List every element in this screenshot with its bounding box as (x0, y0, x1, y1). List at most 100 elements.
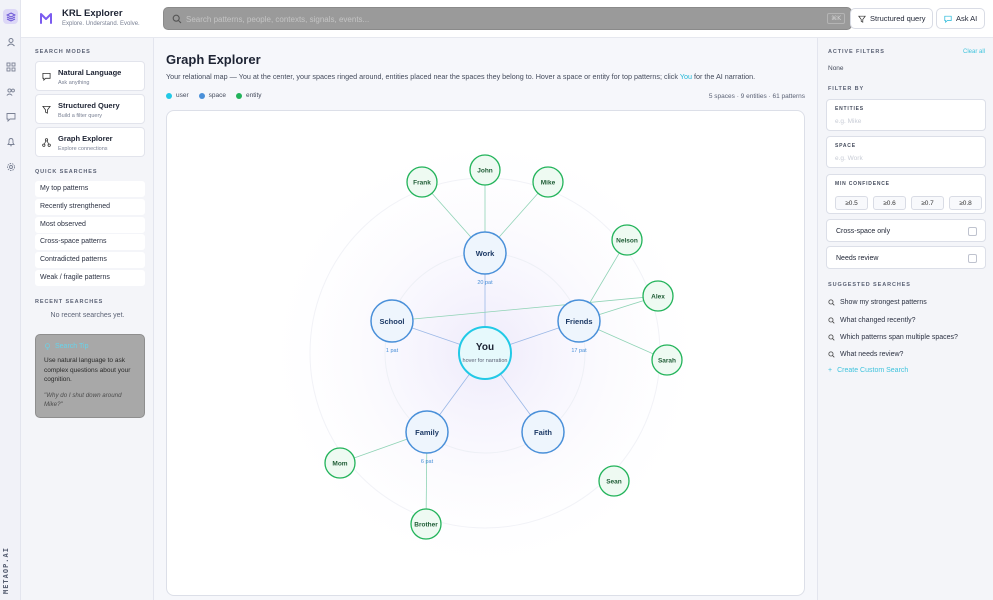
mode-natural-language[interactable]: Natural Language Ask anything (35, 61, 145, 91)
search-icon (172, 14, 182, 24)
chat-icon (944, 15, 952, 23)
left-sidebar: SEARCH MODES Natural Language Ask anythi… (21, 38, 154, 600)
entity-label: Brother (414, 522, 438, 529)
desc-you-link[interactable]: You (680, 72, 692, 81)
user-icon[interactable] (3, 34, 18, 49)
cross-space-toggle[interactable]: Cross-space only (826, 219, 986, 242)
entity-node-frank[interactable]: Frank (406, 166, 438, 198)
confidence-options: ≥0.5 ≥0.6 ≥0.7 ≥0.8 (835, 196, 982, 210)
tip-quote: "Why do I shut down around Mike?" (44, 392, 122, 408)
space-node-faith[interactable]: Faith (521, 410, 565, 454)
quick-searches-title: QUICK SEARCHES (35, 169, 98, 175)
clear-all-link[interactable]: Clear all (963, 49, 985, 55)
entity-node-alex[interactable]: Alex (642, 280, 674, 312)
legend-entity: entity (236, 92, 262, 99)
legend-dot (236, 92, 243, 99)
node-you[interactable]: You hover for narration (458, 326, 512, 380)
confidence-option[interactable]: ≥0.7 (911, 196, 944, 210)
suggested-search-label: Which patterns span multiple spaces? (840, 334, 958, 341)
you-circle[interactable] (458, 326, 512, 380)
search-icon (828, 299, 835, 306)
entities-input[interactable] (835, 116, 975, 126)
quick-search-item[interactable]: Most observed (35, 217, 145, 233)
plus-icon: + (828, 367, 833, 374)
mode-sub: Build a filter query (58, 113, 103, 119)
suggested-search-item[interactable]: What changed recently? (828, 317, 916, 324)
space-input[interactable] (835, 153, 975, 163)
layers-icon[interactable] (3, 9, 18, 24)
recent-empty-text: No recent searches yet. (50, 312, 125, 319)
quick-search-item[interactable]: Recently strengthened (35, 199, 145, 215)
confidence-option[interactable]: ≥0.8 (949, 196, 982, 210)
legend-dot (198, 92, 205, 99)
bell-icon[interactable] (3, 134, 18, 149)
app-logo-icon (40, 13, 52, 24)
min-confidence-filter: MIN CONFIDENCE ≥0.5 ≥0.6 ≥0.7 ≥0.8 (826, 174, 986, 214)
entity-node-mom[interactable]: Mom (324, 447, 356, 479)
entities-filter: ENTITIES (826, 99, 986, 131)
mode-graph-explorer[interactable]: Graph Explorer Explore connections (35, 127, 145, 157)
grid-icon[interactable] (3, 59, 18, 74)
suggested-search-item[interactable]: Which patterns span multiple spaces? (828, 334, 958, 341)
suggested-search-label: What needs review? (840, 351, 904, 358)
chat-icon[interactable] (3, 109, 18, 124)
space-label: Friends (565, 317, 592, 326)
space-pattern-count: 6 pat (421, 459, 434, 465)
quick-search-item[interactable]: Contradicted patterns (35, 252, 145, 268)
ask-ai-button[interactable]: Ask AI (936, 8, 986, 29)
needs-review-checkbox[interactable] (968, 254, 977, 263)
entity-label: Sean (606, 479, 622, 486)
create-custom-label: Create Custom Search (837, 367, 909, 374)
entity-label: Sarah (658, 358, 676, 365)
entity-label: John (477, 168, 493, 175)
needs-review-toggle[interactable]: Needs review (826, 246, 986, 269)
confidence-option[interactable]: ≥0.5 (835, 196, 868, 210)
entity-node-mike[interactable]: Mike (532, 166, 564, 198)
cross-space-checkbox[interactable] (968, 227, 977, 236)
graph-stats: 5 spaces · 9 entities · 61 patterns (708, 93, 805, 100)
confidence-option[interactable]: ≥0.6 (873, 196, 906, 210)
global-search-bar[interactable]: ⌘K (163, 7, 852, 30)
page-description: Your relational map — You at the center,… (166, 72, 806, 81)
entity-node-brother[interactable]: Brother (410, 508, 442, 540)
legend-label: entity (246, 92, 262, 99)
graph-legend: user space entity (166, 92, 262, 99)
suggested-search-item[interactable]: Show my strongest patterns (828, 299, 927, 306)
space-label: School (379, 317, 404, 326)
space-pattern-count: 17 pat (571, 348, 587, 354)
entity-label: Mike (541, 180, 556, 187)
filter-icon (42, 105, 51, 114)
active-filters-title: ACTIVE FILTERS (828, 49, 885, 55)
graph-icon (42, 138, 51, 147)
entity-node-sarah[interactable]: Sarah (651, 344, 683, 376)
icon-rail: METAOP.AI (0, 0, 21, 600)
relational-graph[interactable]: Frank John Mike Nelson Alex Sarah Mom Brother Se… (167, 111, 805, 596)
min-confidence-label: MIN CONFIDENCE (835, 181, 890, 187)
active-filters-none: None (828, 65, 844, 72)
desc-after: for the AI narration. (691, 72, 756, 81)
entity-node-nelson[interactable]: Nelson (611, 224, 643, 256)
quick-search-item[interactable]: My top patterns (35, 181, 145, 197)
structured-query-button[interactable]: Structured query (850, 8, 934, 29)
entity-node-sean[interactable]: Sean (598, 465, 630, 497)
create-custom-search[interactable]: + Create Custom Search (828, 367, 908, 374)
entity-node-john[interactable]: John (469, 154, 501, 186)
graph-canvas[interactable]: Frank John Mike Nelson Alex Sarah Mom Brother Se… (166, 110, 805, 596)
space-pattern-count: 20 pat (477, 280, 493, 286)
suggested-search-label: What changed recently? (840, 317, 916, 324)
mode-structured-query[interactable]: Structured Query Build a filter query (35, 94, 145, 124)
legend-label: space (208, 92, 227, 99)
quick-search-item[interactable]: Weak / fragile patterns (35, 270, 145, 286)
suggested-search-item[interactable]: What needs review? (828, 351, 903, 358)
entity-label: Alex (651, 294, 665, 301)
people-icon[interactable] (3, 84, 18, 99)
settings-icon[interactable] (3, 159, 18, 174)
quick-search-item[interactable]: Cross-space patterns (35, 234, 145, 250)
legend-dot (166, 92, 172, 99)
search-input[interactable] (186, 11, 806, 27)
cross-space-label: Cross-space only (836, 228, 891, 235)
chat-icon (42, 72, 51, 81)
mode-label: Natural Language (58, 68, 122, 77)
filter-by-title: FILTER BY (828, 86, 865, 92)
space-label: Faith (534, 428, 552, 437)
